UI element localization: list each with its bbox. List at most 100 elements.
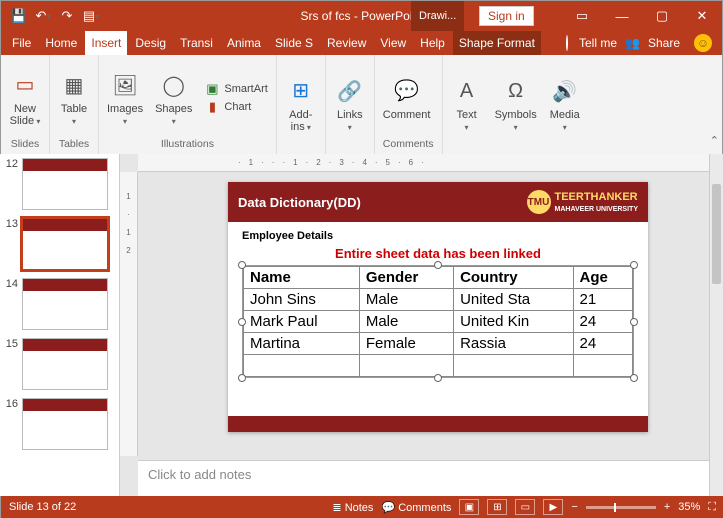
share-icon[interactable]: 👥 [625,36,640,50]
zoom-in-icon[interactable]: + [664,501,670,513]
start-from-beginning-icon[interactable]: ▤▾ [83,8,99,24]
slide-thumbnail-14[interactable] [22,278,108,330]
sign-in-button[interactable]: Sign in [479,6,534,26]
group-label-links [334,148,366,150]
addins-button[interactable]: ⊞ Add-ins ▾ [285,75,317,133]
title-bar: 💾 ↶▾ ↷ ▤▾ Srs of fcs - PowerPoint Drawi.… [1,1,722,31]
images-icon: 🖼 [109,69,141,101]
table-row: MartinaFemaleRassia24 [244,333,633,355]
maximize-icon[interactable]: ▢ [642,1,682,31]
scrollbar-thumb[interactable] [712,184,721,284]
comments-toggle[interactable]: 💬 Comments [381,501,451,514]
tab-view[interactable]: View [374,31,412,55]
linked-table-object[interactable]: Name Gender Country Age John SinsMaleUni… [242,265,634,378]
tab-help[interactable]: Help [414,31,451,55]
resize-handle[interactable] [238,374,246,382]
text-button[interactable]: A Text▾ [451,75,483,132]
university-logo: TMU TEERTHANKERMAHAVEER UNIVERSITY [527,190,639,214]
redo-icon[interactable]: ↷ [59,8,75,24]
group-illustrations: 🖼 Images▾ ◯ Shapes▾ ▣SmartArt ▮Chart Ill… [99,55,277,154]
slide-edit-area: ·1···1·2·3·4·5·6· 1·12 Data Dictionary(D… [120,154,723,496]
slide-counter[interactable]: Slide 13 of 22 [9,501,76,513]
tab-file[interactable]: File [6,31,37,55]
resize-handle[interactable] [238,318,246,326]
resize-handle[interactable] [434,261,442,269]
images-button[interactable]: 🖼 Images▾ [107,69,143,126]
group-slides: ▭ NewSlide ▾ Slides [1,55,50,154]
tab-animations[interactable]: Anima [221,31,267,55]
current-slide[interactable]: Data Dictionary(DD) TMU TEERTHANKERMAHAV… [228,182,648,432]
close-icon[interactable]: ✕ [682,1,722,31]
normal-view-icon[interactable]: ▣ [459,499,479,515]
slide-canvas[interactable]: Data Dictionary(DD) TMU TEERTHANKERMAHAV… [138,172,723,460]
slide-thumbnail-16[interactable] [22,398,108,450]
tab-shape-format[interactable]: Shape Format [453,31,541,55]
vertical-scrollbar[interactable] [709,154,723,496]
reading-view-icon[interactable]: ▭ [515,499,535,515]
save-icon[interactable]: 💾 [11,8,27,24]
resize-handle[interactable] [434,374,442,382]
slide-thumbnail-12[interactable] [22,158,108,210]
undo-icon[interactable]: ↶▾ [35,8,51,24]
media-button[interactable]: 🔊 Media▾ [549,75,581,132]
group-label-addins [285,148,317,150]
feedback-smiley-icon[interactable]: ☺ [694,34,712,52]
resize-handle[interactable] [238,261,246,269]
tab-insert[interactable]: Insert [85,31,127,55]
group-label-illustrations: Illustrations [107,136,268,150]
workspace: 12 13 14 15 16 ·1···1·2·3·4·5·6· 1·12 Da… [0,154,723,496]
share-button[interactable]: Share [648,36,680,50]
shapes-button[interactable]: ◯ Shapes▾ [155,69,192,126]
table-row: Mark PaulMaleUnited Kin24 [244,311,633,333]
comment-button[interactable]: 💬 Comment [383,75,431,121]
new-slide-button[interactable]: ▭ NewSlide ▾ [9,69,41,127]
drawing-tools-tab[interactable]: Drawi... [411,1,464,31]
slide-sorter-icon[interactable]: ⊞ [487,499,507,515]
shapes-icon: ◯ [158,69,190,101]
data-table: Name Gender Country Age John SinsMaleUni… [243,266,633,377]
tab-review[interactable]: Review [321,31,372,55]
col-gender: Gender [359,267,453,289]
chart-icon: ▮ [204,99,220,115]
slideshow-view-icon[interactable]: ▶ [543,499,563,515]
slide-thumbnail-13[interactable] [22,218,108,270]
slide-thumbnails-panel[interactable]: 12 13 14 15 16 [0,154,120,496]
group-label-media [451,148,581,150]
zoom-out-icon[interactable]: − [571,501,577,513]
collapse-ribbon-icon[interactable]: ⌃ [710,134,719,147]
vertical-ruler[interactable]: 1·12 [120,172,138,456]
slide-footer-bar [228,416,648,432]
resize-handle[interactable] [630,261,638,269]
fit-to-window-icon[interactable]: ⛶ [708,501,716,514]
symbols-button[interactable]: Ω Symbols▾ [495,75,537,132]
lightbulb-icon[interactable] [566,36,571,50]
horizontal-ruler[interactable]: ·1···1·2·3·4·5·6· [138,154,723,172]
tell-me-search[interactable]: Tell me [579,36,617,50]
slide-thumbnail-15[interactable] [22,338,108,390]
links-button[interactable]: 🔗 Links▾ [334,75,366,132]
ribbon-options-icon[interactable]: ▭ [562,1,602,31]
tab-transitions[interactable]: Transi [174,31,219,55]
ribbon-tabs: File Home Insert Desig Transi Anima Slid… [1,31,722,55]
tmu-badge-icon: TMU [527,190,551,214]
window-title: Srs of fcs - PowerPoint [300,9,422,23]
table-icon: ▦ [58,69,90,101]
resize-handle[interactable] [630,318,638,326]
media-icon: 🔊 [549,75,581,107]
resize-handle[interactable] [630,374,638,382]
thumb-number: 12 [4,158,18,170]
notes-toggle[interactable]: ≣ Notes [332,501,373,514]
tab-slide-show[interactable]: Slide S [269,31,319,55]
notes-pane[interactable]: Click to add notes [138,460,723,496]
tab-home[interactable]: Home [39,31,83,55]
col-name: Name [244,267,360,289]
zoom-slider[interactable] [586,506,656,509]
linked-data-message: Entire sheet data has been linked [242,246,634,261]
smartart-button[interactable]: ▣SmartArt [204,81,267,97]
symbols-icon: Ω [500,75,532,107]
zoom-level[interactable]: 35% [678,501,700,513]
table-button[interactable]: ▦ Table▾ [58,69,90,126]
chart-button[interactable]: ▮Chart [204,99,267,115]
tab-design[interactable]: Desig [129,31,172,55]
minimize-icon[interactable]: — [602,1,642,31]
